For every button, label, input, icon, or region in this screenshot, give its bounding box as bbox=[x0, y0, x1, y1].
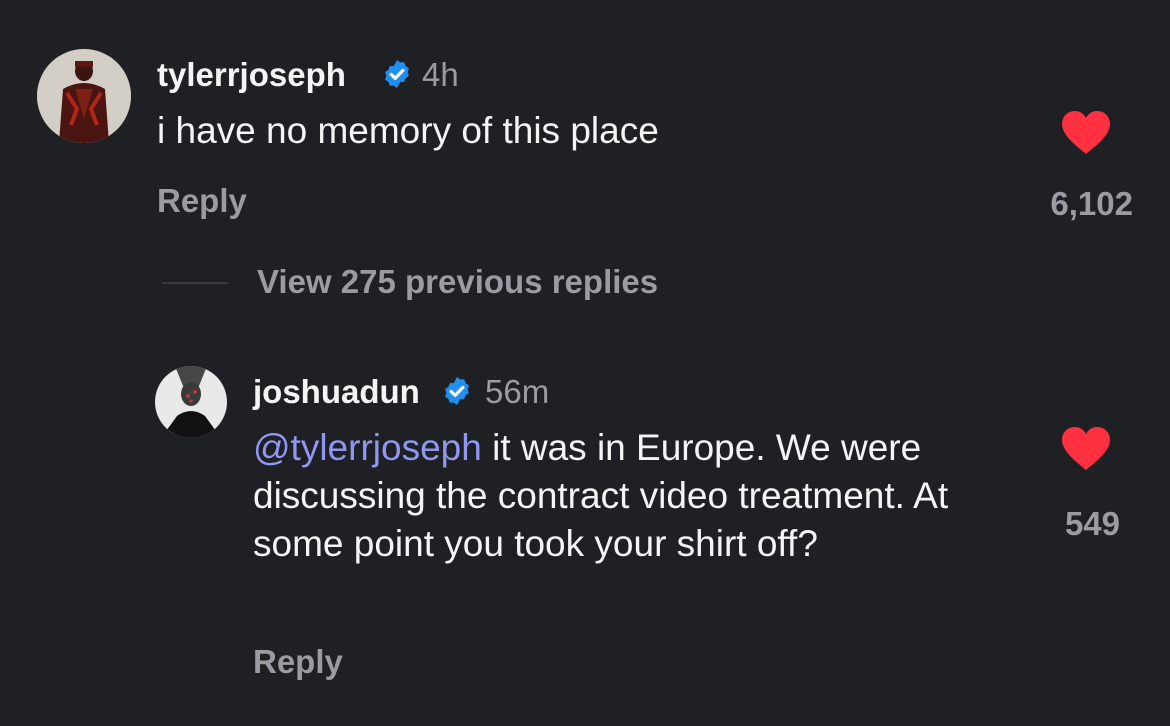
comment-text: i have no memory of this place bbox=[157, 110, 659, 151]
heart-icon[interactable] bbox=[1060, 426, 1112, 472]
verified-badge-icon bbox=[445, 377, 469, 405]
comment-username[interactable]: tylerrjoseph bbox=[157, 56, 346, 94]
reply-reply-button[interactable]: Reply bbox=[253, 643, 343, 681]
heart-icon[interactable] bbox=[1060, 110, 1112, 156]
avatar-joshuadun[interactable] bbox=[155, 366, 227, 438]
thread-divider bbox=[162, 282, 228, 284]
reply-username[interactable]: joshuadun bbox=[253, 373, 420, 411]
reply-like-count: 549 bbox=[1064, 505, 1120, 542]
view-previous-replies-button[interactable]: View 275 previous replies bbox=[257, 263, 658, 301]
avatar-tylerrjoseph[interactable] bbox=[37, 49, 131, 143]
comment-timestamp: 4h bbox=[422, 56, 459, 93]
verified-badge-icon bbox=[385, 60, 409, 88]
reply-timestamp: 56m bbox=[485, 373, 550, 410]
comment-reply-button[interactable]: Reply bbox=[157, 182, 247, 220]
mention-link[interactable]: @tylerrjoseph bbox=[253, 427, 482, 468]
reply-text: @tylerrjoseph it was in Europe. We were … bbox=[253, 424, 953, 568]
comment-like-count: 6,102 bbox=[1050, 185, 1133, 222]
